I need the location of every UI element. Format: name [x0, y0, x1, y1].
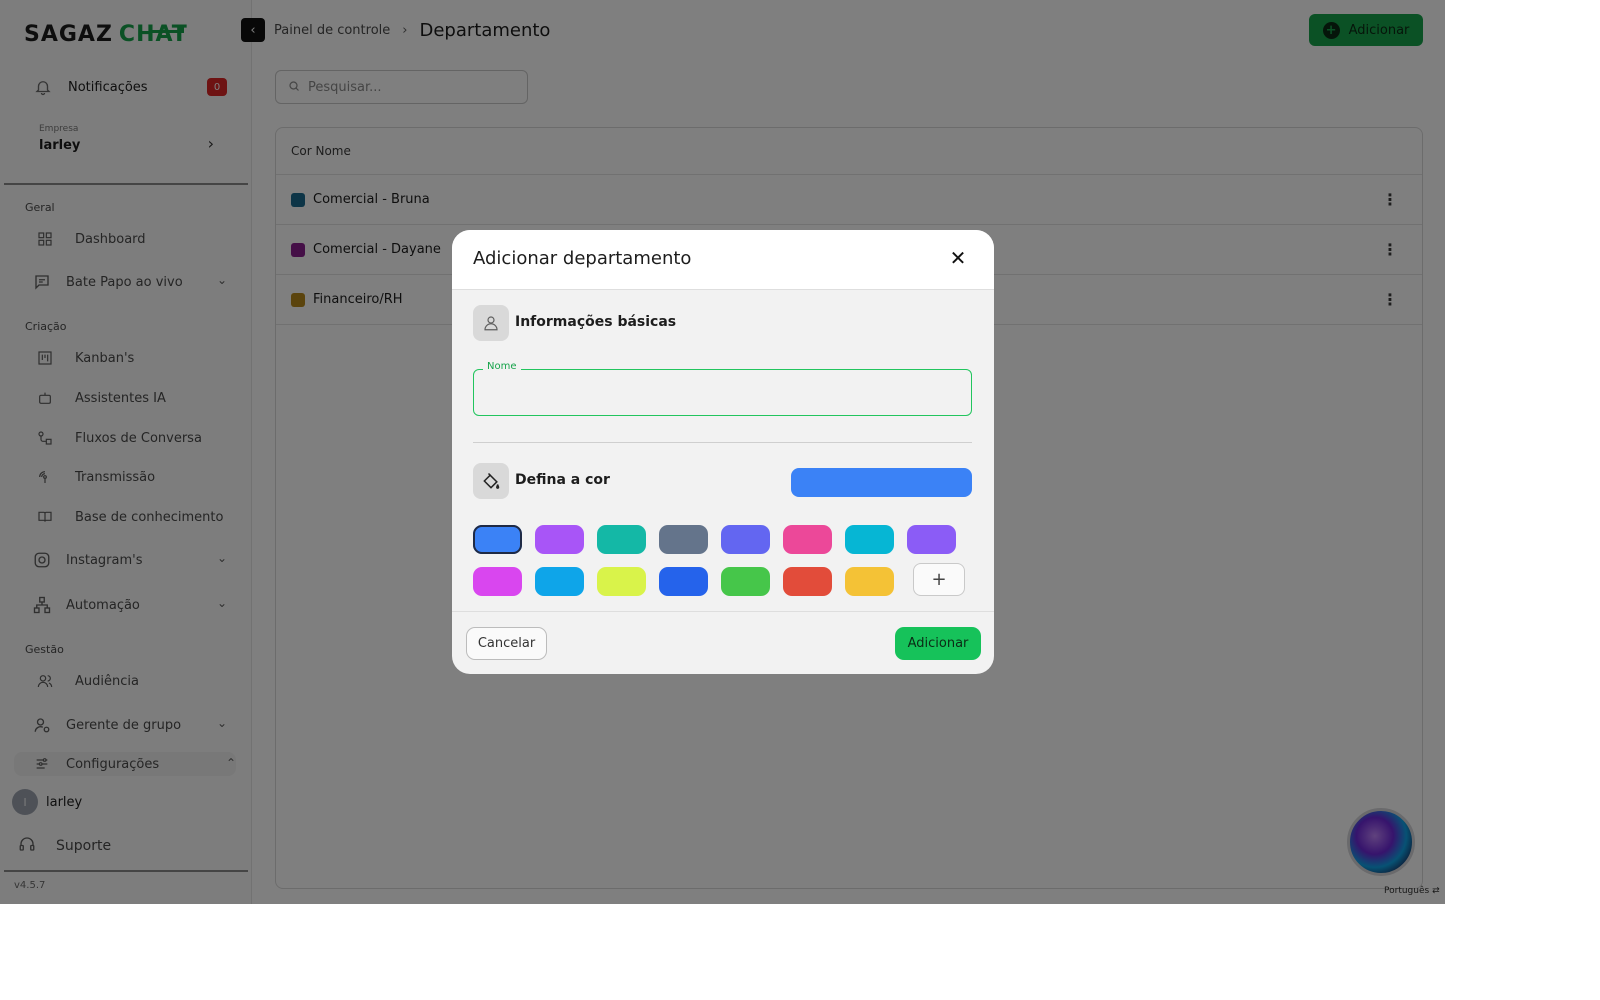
selected-color-preview [791, 468, 972, 497]
paint-bucket-icon [473, 463, 509, 499]
plus-icon: + [931, 569, 947, 590]
name-field[interactable]: Nome [473, 361, 972, 416]
footer-divider [452, 611, 994, 612]
color-swatch[interactable] [783, 525, 832, 554]
color-swatch[interactable] [597, 525, 646, 554]
cancel-button[interactable]: Cancelar [466, 627, 547, 660]
app-window: SAGAZ CHAT Notificações 0 Empresa larley… [0, 0, 1445, 904]
dialog-header: Adicionar departamento ✕ [452, 230, 994, 290]
color-swatch[interactable] [659, 567, 708, 596]
color-swatch[interactable] [659, 525, 708, 554]
section-divider [473, 442, 972, 443]
section-basic-info: Informações básicas [515, 314, 677, 330]
color-swatch[interactable] [845, 567, 894, 596]
color-swatch[interactable] [535, 525, 584, 554]
add-department-dialog: Adicionar departamento ✕ Informações bás… [452, 230, 994, 674]
color-swatch[interactable] [473, 567, 522, 596]
color-swatch[interactable] [907, 525, 956, 554]
dialog-title: Adicionar departamento [473, 248, 692, 269]
color-swatch[interactable] [845, 525, 894, 554]
name-input[interactable] [474, 370, 971, 415]
color-swatch[interactable] [535, 567, 584, 596]
user-icon [473, 305, 509, 341]
name-field-label: Nome [483, 361, 521, 372]
close-icon[interactable]: ✕ [948, 248, 968, 268]
custom-color-button[interactable]: + [913, 563, 965, 596]
submit-button[interactable]: Adicionar [895, 627, 981, 660]
color-swatch[interactable] [721, 525, 770, 554]
color-swatch[interactable] [597, 567, 646, 596]
color-swatch[interactable] [783, 567, 832, 596]
color-swatch[interactable] [721, 567, 770, 596]
section-color: Defina a cor [515, 472, 610, 488]
color-swatch[interactable] [473, 525, 522, 554]
